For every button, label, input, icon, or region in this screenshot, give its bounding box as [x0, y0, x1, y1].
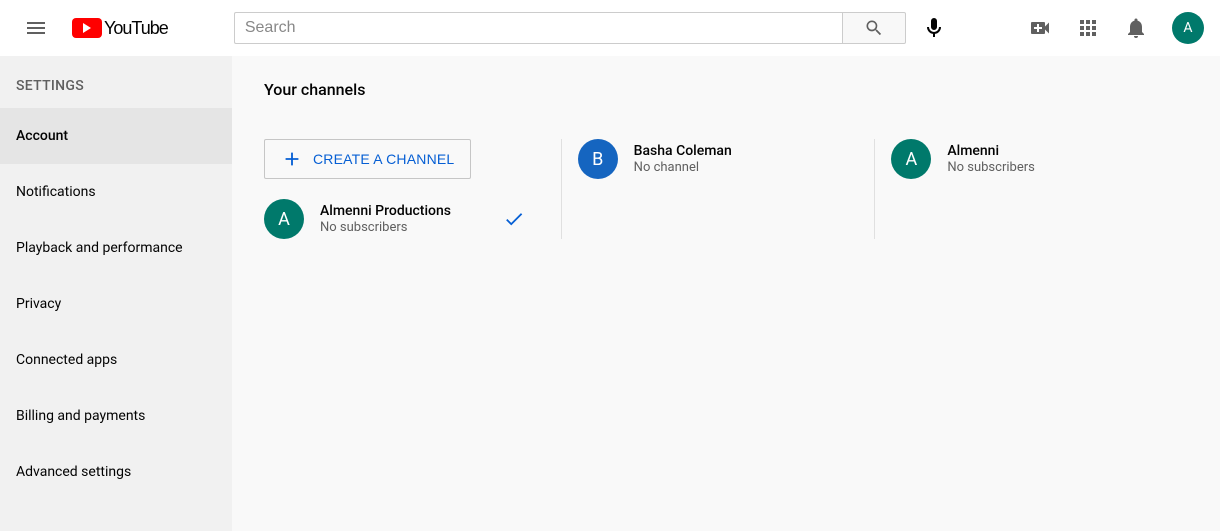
channels-col-1: CREATE A CHANNEL A Almenni Productions N…: [264, 139, 561, 239]
microphone-icon: [922, 16, 946, 40]
apps-button[interactable]: [1068, 8, 1108, 48]
channel-subtext: No subscribers: [320, 220, 451, 235]
sidebar-item-label: Connected apps: [16, 352, 117, 368]
sidebar-item-notifications[interactable]: Notifications: [0, 164, 232, 220]
sidebar-item-label: Billing and payments: [16, 408, 145, 424]
channel-name: Almenni: [947, 143, 1034, 159]
channels-grid: CREATE A CHANNEL A Almenni Productions N…: [264, 139, 1188, 239]
sidebar: SETTINGS Account Notifications Playback …: [0, 56, 232, 531]
search-box: [234, 12, 906, 44]
youtube-logo-icon: [72, 18, 102, 38]
sidebar-item-label: Advanced settings: [16, 464, 131, 480]
header-center: [234, 8, 954, 48]
sidebar-item-label: Account: [16, 128, 68, 144]
search-input[interactable]: [234, 12, 842, 44]
sidebar-item-advanced[interactable]: Advanced settings: [0, 444, 232, 500]
search-icon: [864, 18, 884, 38]
account-avatar[interactable]: A: [1172, 12, 1204, 44]
channel-info: Almenni Productions No subscribers: [320, 203, 451, 235]
channel-row[interactable]: A Almenni No subscribers: [891, 139, 1172, 179]
channel-subtext: No channel: [634, 160, 732, 175]
youtube-logo-text: YouTube: [104, 18, 168, 39]
menu-button[interactable]: [16, 8, 56, 48]
channel-row[interactable]: A Almenni Productions No subscribers: [264, 199, 545, 239]
channel-info: Almenni No subscribers: [947, 143, 1034, 175]
header: YouTube A: [0, 0, 1220, 56]
sidebar-item-label: Notifications: [16, 184, 96, 200]
sidebar-heading: SETTINGS: [0, 68, 232, 108]
sidebar-item-playback[interactable]: Playback and performance: [0, 220, 232, 276]
channel-name: Almenni Productions: [320, 203, 451, 219]
channel-avatar: B: [578, 139, 618, 179]
sidebar-item-privacy[interactable]: Privacy: [0, 276, 232, 332]
channels-col-2: B Basha Coleman No channel: [561, 139, 875, 239]
main: Your channels CREATE A CHANNEL A Almenni…: [232, 56, 1220, 531]
channels-col-3: A Almenni No subscribers: [874, 139, 1188, 239]
sidebar-item-connected-apps[interactable]: Connected apps: [0, 332, 232, 388]
channel-info: Basha Coleman No channel: [634, 143, 732, 175]
channel-name: Basha Coleman: [634, 143, 732, 159]
header-left: YouTube: [16, 8, 168, 48]
sidebar-item-label: Privacy: [16, 296, 61, 312]
sidebar-item-account[interactable]: Account: [0, 108, 232, 164]
menu-icon: [24, 16, 48, 40]
checkmark-icon: [503, 208, 525, 230]
bell-icon: [1124, 16, 1148, 40]
create-channel-button[interactable]: CREATE A CHANNEL: [264, 139, 471, 179]
sidebar-item-billing[interactable]: Billing and payments: [0, 388, 232, 444]
video-plus-icon: [1028, 16, 1052, 40]
page-title: Your channels: [264, 80, 1188, 99]
channel-avatar: A: [264, 199, 304, 239]
sidebar-item-label: Playback and performance: [16, 240, 183, 256]
notifications-button[interactable]: [1116, 8, 1156, 48]
plus-icon: [281, 148, 303, 170]
channel-row[interactable]: B Basha Coleman No channel: [578, 139, 859, 179]
create-channel-label: CREATE A CHANNEL: [313, 151, 454, 167]
create-video-button[interactable]: [1020, 8, 1060, 48]
channel-subtext: No subscribers: [947, 160, 1034, 175]
apps-grid-icon: [1076, 16, 1100, 40]
search-button[interactable]: [842, 12, 906, 44]
voice-search-button[interactable]: [914, 8, 954, 48]
content: SETTINGS Account Notifications Playback …: [0, 56, 1220, 531]
youtube-logo[interactable]: YouTube: [72, 18, 168, 39]
header-right: A: [1020, 8, 1204, 48]
channel-avatar: A: [891, 139, 931, 179]
